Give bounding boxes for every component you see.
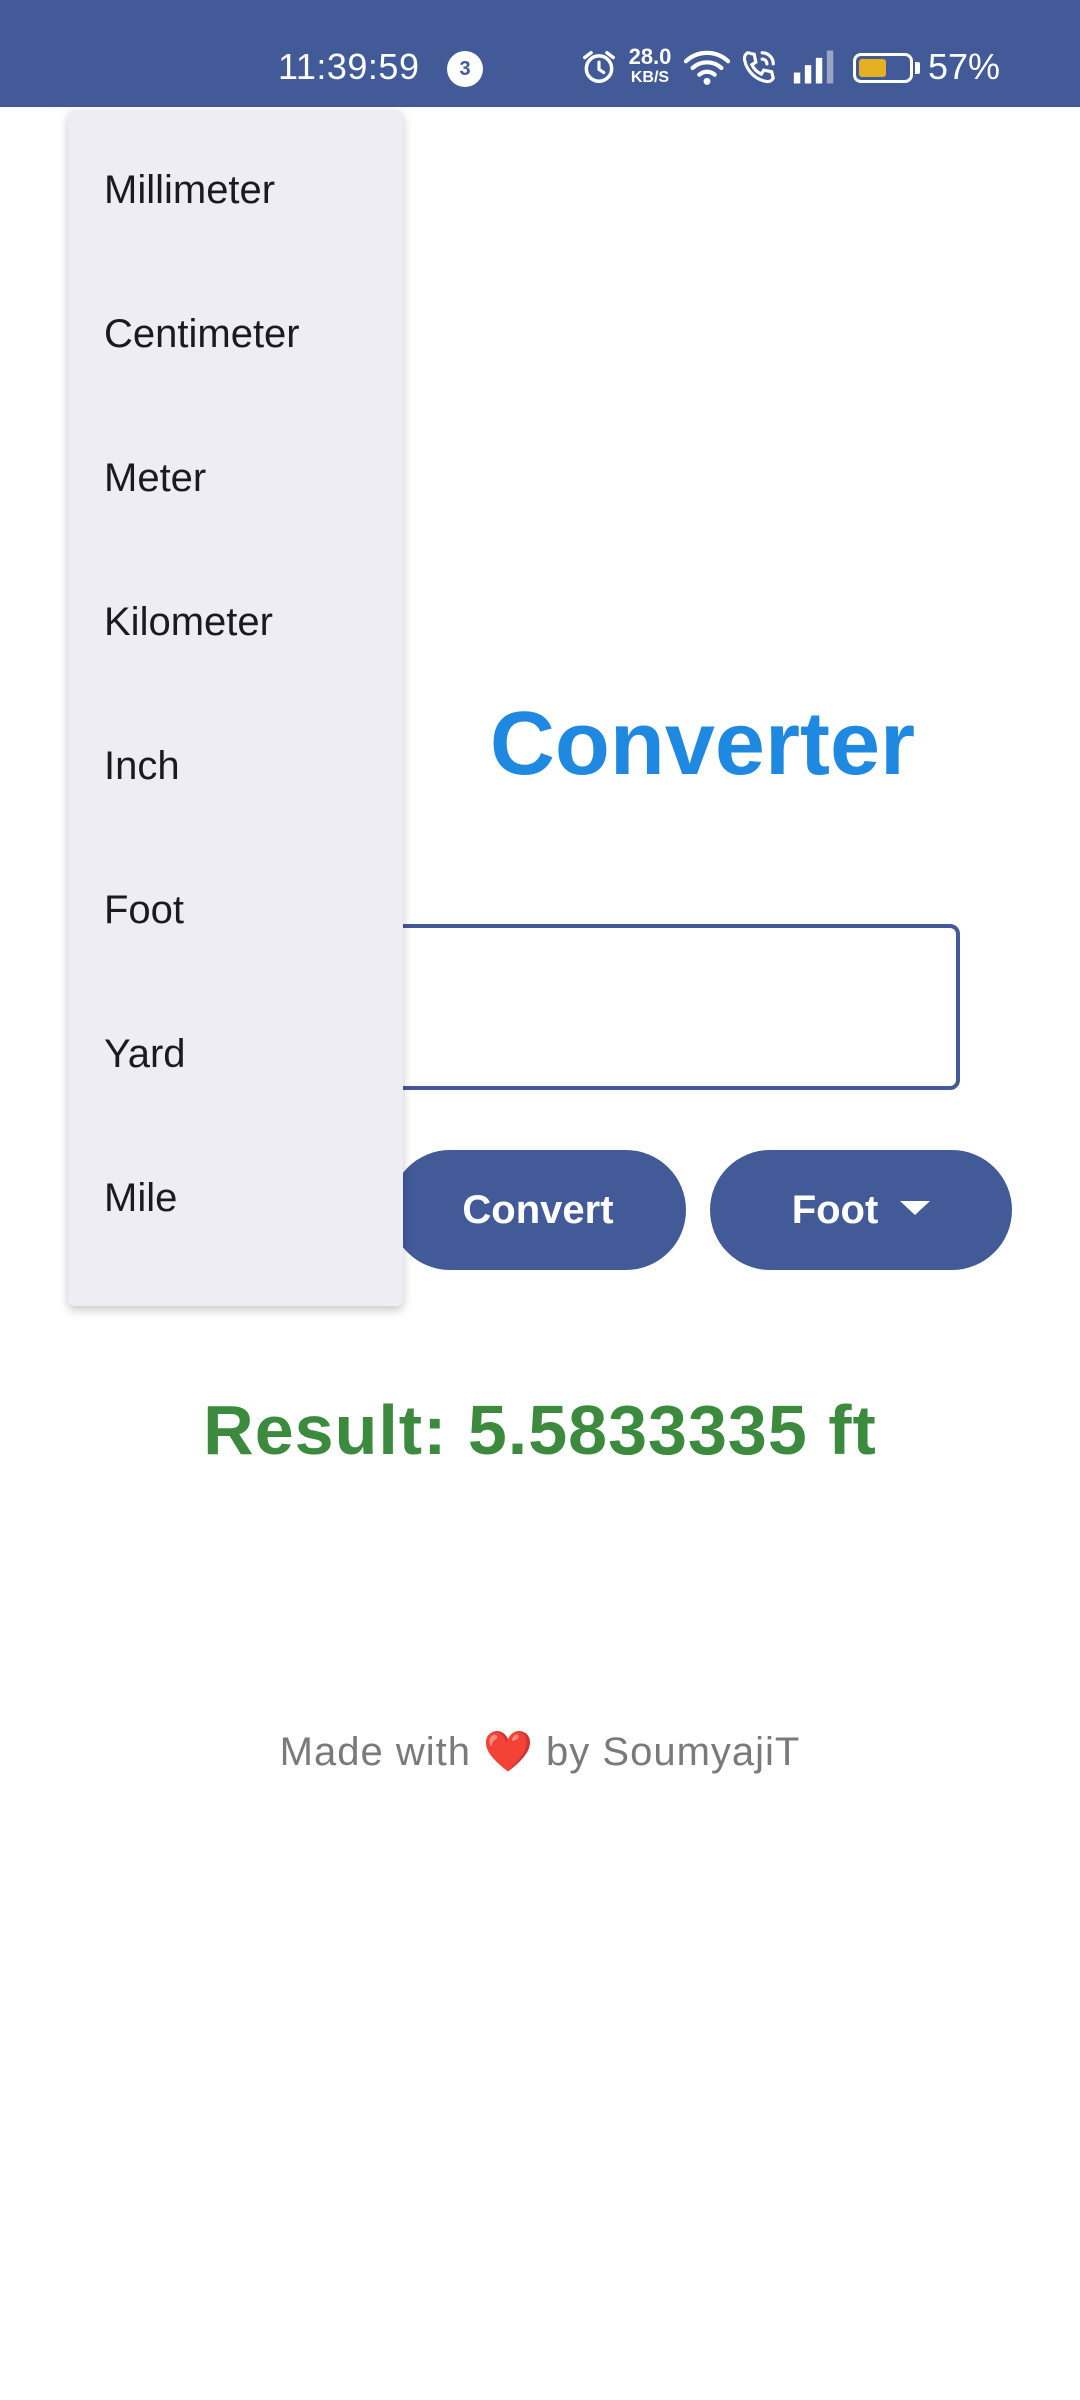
alarm-icon	[580, 48, 618, 91]
footer-suffix: by SoumyajiT	[546, 1730, 801, 1774]
menu-item-inch[interactable]: Inch	[68, 694, 403, 838]
convert-button[interactable]: Convert	[390, 1150, 686, 1270]
menu-item-kilometer[interactable]: Kilometer	[68, 550, 403, 694]
network-speed: 28.0 KB/S	[628, 44, 672, 86]
menu-item-millimeter[interactable]: Millimeter	[68, 118, 403, 262]
menu-item-centimeter[interactable]: Centimeter	[68, 262, 403, 406]
battery-percent: 57%	[928, 46, 1001, 87]
footer-prefix: Made with	[279, 1730, 471, 1774]
menu-item-mile[interactable]: Mile	[68, 1126, 403, 1270]
result-text: Result: 5.5833335 ft	[203, 1391, 877, 1469]
menu-item-foot[interactable]: Foot	[68, 838, 403, 982]
menu-item-meter[interactable]: Meter	[68, 406, 403, 550]
wifi-icon	[683, 47, 731, 92]
battery-level-fill	[859, 59, 886, 77]
unit-select-button[interactable]: Foot	[710, 1150, 1012, 1270]
heart-icon: ❤️	[483, 1730, 534, 1774]
notification-count-badge: 3	[447, 51, 483, 87]
footer-credit: Made with ❤️ by SoumyajiT	[0, 1728, 1080, 1775]
dropdown-arrow-icon	[900, 1201, 931, 1216]
status-time: 11:39:59	[278, 46, 420, 87]
app-screen: 11:39:59 3 28.0 KB/S 57% Converter Conve…	[0, 0, 1080, 2400]
battery-icon	[853, 53, 913, 83]
menu-item-yard[interactable]: Yard	[68, 982, 403, 1126]
wifi-calling-icon	[740, 48, 778, 91]
signal-icon	[792, 48, 836, 91]
unit-dropdown-menu: Millimeter Centimeter Meter Kilometer In…	[68, 110, 403, 1306]
unit-select-label: Foot	[791, 1188, 879, 1232]
status-bar: 11:39:59 3 28.0 KB/S 57%	[0, 0, 1080, 107]
battery-tip	[915, 62, 920, 74]
